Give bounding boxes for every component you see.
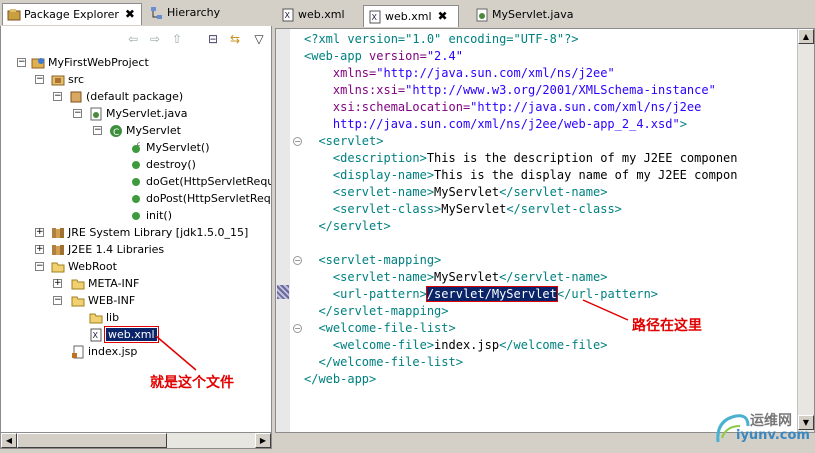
annotation-file-label: 就是这个文件 [150,375,234,391]
watermark-url: iyunv.com [736,428,810,443]
annotation-arrow-path [582,299,629,321]
annotation-path-label: 路径在这里 [632,318,702,334]
watermark-logo: 运维网 iyunv.com [712,408,812,448]
watermark-text: 运维网 [750,413,792,429]
annotation-arrows [155,299,629,371]
annotation-arrow-file [155,335,197,371]
